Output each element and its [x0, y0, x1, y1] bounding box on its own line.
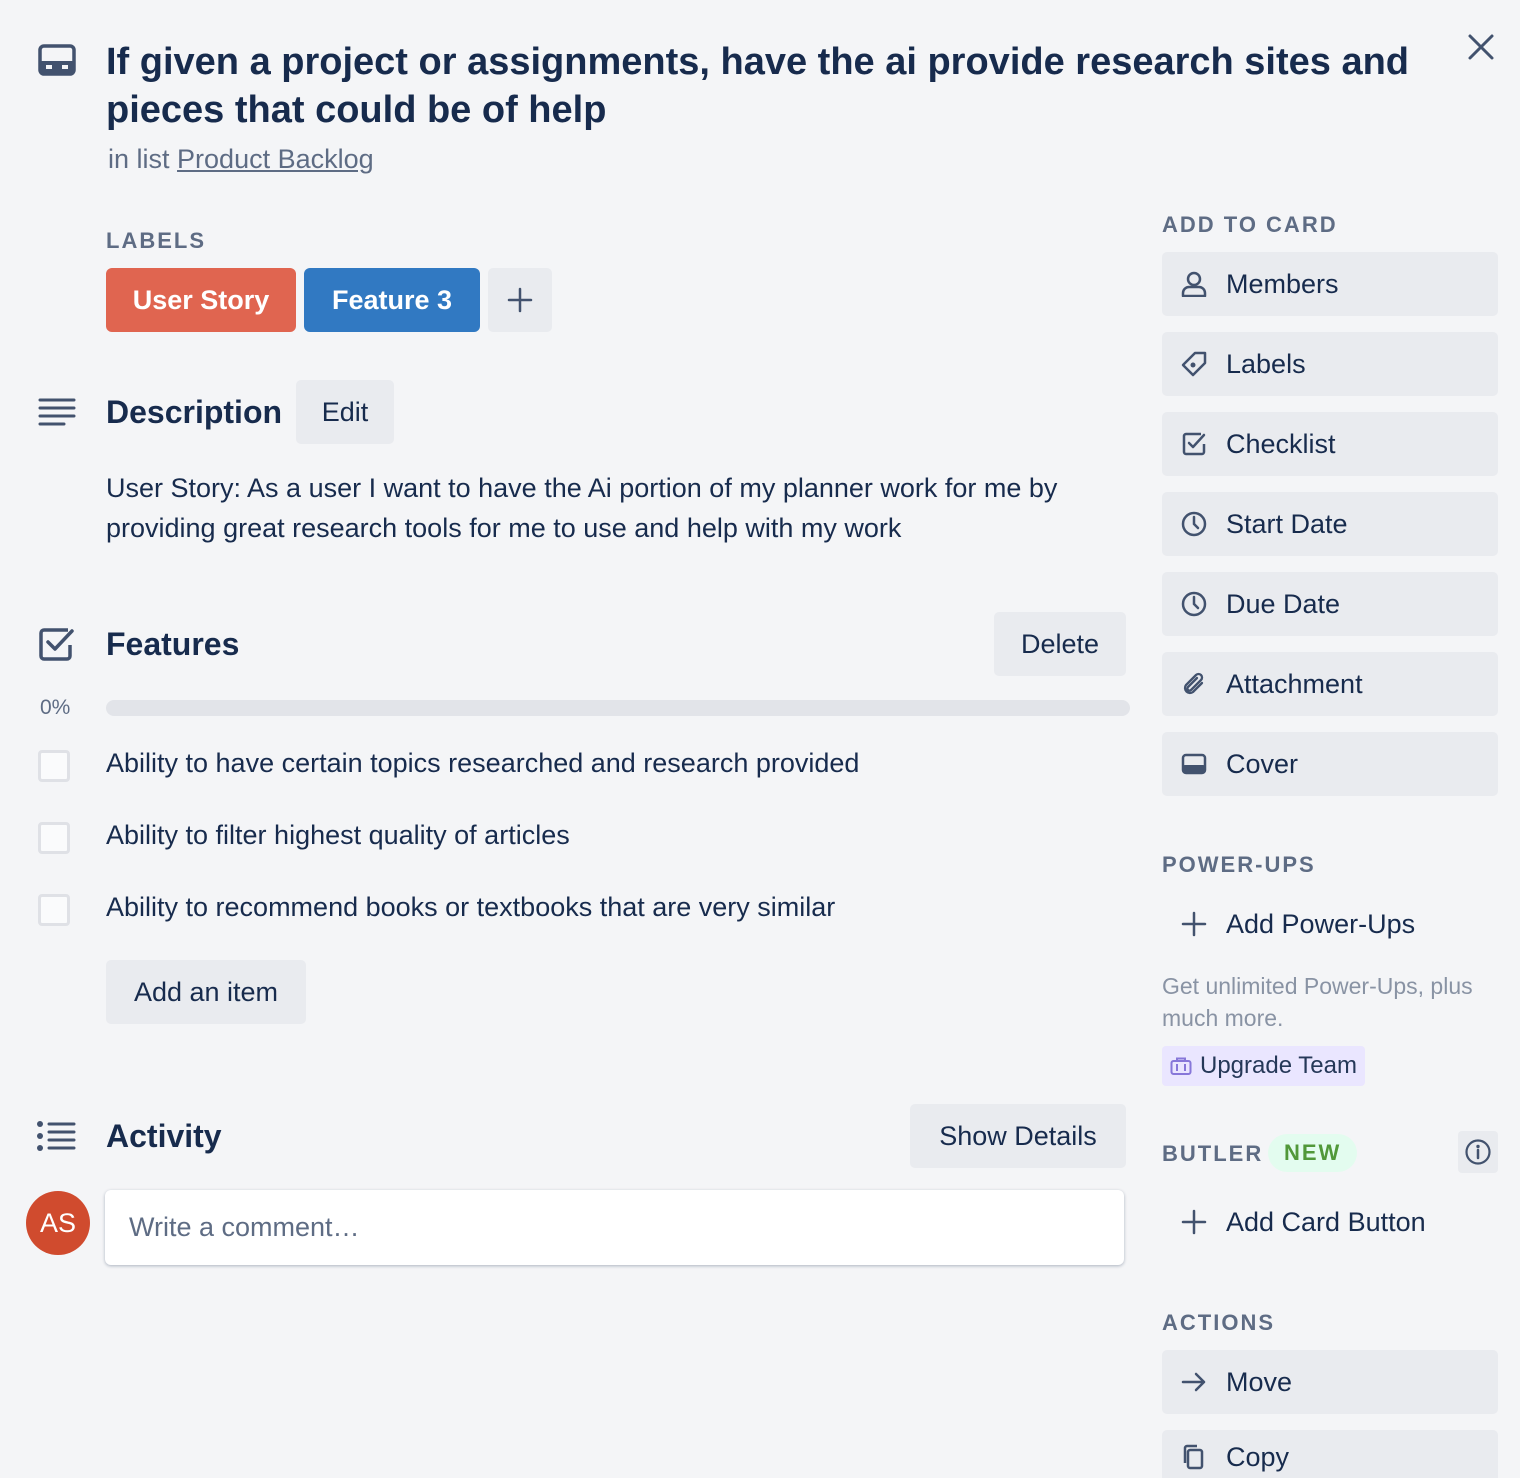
paperclip-icon	[1179, 669, 1209, 699]
due-date-label: Due Date	[1226, 588, 1341, 619]
add-powerups-label: Add Power-Ups	[1226, 908, 1416, 939]
checklist-item[interactable]: Ability to have certain topics researche…	[106, 748, 859, 779]
add-powerups-button[interactable]: Add Power-Ups	[1162, 892, 1498, 956]
add-card-button-label: Add Card Button	[1226, 1206, 1426, 1237]
clock-icon	[1179, 509, 1209, 539]
start-date-label: Start Date	[1226, 508, 1348, 539]
move-label: Move	[1226, 1366, 1293, 1397]
copy-button[interactable]: Copy	[1162, 1430, 1498, 1478]
label-feature-3[interactable]: Feature 3	[304, 268, 480, 332]
description-heading: Description	[106, 394, 283, 430]
labels-heading: LABELS	[106, 228, 206, 253]
list-breadcrumb: in list Product Backlog	[108, 144, 374, 175]
start-date-button[interactable]: Start Date	[1162, 492, 1498, 556]
members-label: Members	[1226, 268, 1339, 299]
show-details-button[interactable]: Show Details	[910, 1104, 1126, 1168]
avatar[interactable]: AS	[26, 1191, 90, 1255]
labels-label: Labels	[1226, 348, 1306, 379]
checklist-item-checkbox[interactable]	[38, 894, 70, 926]
copy-label: Copy	[1226, 1442, 1290, 1472]
edit-description-button[interactable]: Edit	[296, 380, 394, 444]
in-list-prefix: in list	[108, 144, 170, 174]
checklist-button[interactable]: Checklist	[1162, 412, 1498, 476]
description-icon	[38, 396, 76, 428]
checklist-item-checkbox[interactable]	[38, 750, 70, 782]
labels-button[interactable]: Labels	[1162, 332, 1498, 396]
actions-heading: ACTIONS	[1162, 1310, 1275, 1335]
checklist-item-checkbox[interactable]	[38, 822, 70, 854]
plus-icon	[507, 287, 533, 313]
comment-input[interactable]	[105, 1190, 1124, 1265]
checklist-item[interactable]: Ability to recommend books or textbooks …	[106, 892, 835, 923]
label-user-story[interactable]: User Story	[106, 268, 296, 332]
person-icon	[1179, 269, 1209, 299]
cover-label: Cover	[1226, 748, 1299, 779]
due-date-button[interactable]: Due Date	[1162, 572, 1498, 636]
tag-icon	[1179, 349, 1209, 379]
powerups-promo-text: Get unlimited Power-Ups, plus much more.	[1162, 973, 1473, 1031]
copy-icon	[1179, 1442, 1209, 1472]
card-title[interactable]: If given a project or assignments, have …	[106, 38, 1416, 134]
clock-icon	[1179, 589, 1209, 619]
upgrade-team-label: Upgrade Team	[1200, 1052, 1357, 1079]
move-button[interactable]: Move	[1162, 1350, 1498, 1414]
cover-button[interactable]: Cover	[1162, 732, 1498, 796]
list-link[interactable]: Product Backlog	[177, 144, 374, 174]
butler-heading: BUTLER	[1162, 1141, 1264, 1166]
checkbox-icon	[1179, 429, 1209, 459]
delete-checklist-button[interactable]: Delete	[994, 612, 1126, 676]
arrow-right-icon	[1179, 1367, 1209, 1397]
description-text[interactable]: User Story: As a user I want to have the…	[106, 468, 1116, 548]
info-icon[interactable]	[1458, 1131, 1498, 1173]
checklist-heading[interactable]: Features	[106, 626, 239, 663]
card-icon	[38, 44, 76, 76]
add-to-card-heading: ADD TO CARD	[1162, 212, 1338, 237]
checklist-icon	[38, 626, 76, 662]
checklist-progress-percent: 0%	[40, 696, 71, 719]
attachment-button[interactable]: Attachment	[1162, 652, 1498, 716]
plus-icon	[1179, 1207, 1209, 1237]
members-button[interactable]: Members	[1162, 252, 1498, 316]
add-card-button-button[interactable]: Add Card Button	[1162, 1190, 1498, 1254]
add-item-button[interactable]: Add an item	[106, 960, 306, 1024]
checklist-progress-bar	[106, 700, 1130, 716]
checklist-item[interactable]: Ability to filter highest quality of art…	[106, 820, 570, 851]
powerups-heading: POWER-UPS	[1162, 852, 1316, 877]
cover-icon	[1179, 749, 1209, 779]
upgrade-team-button[interactable]: Upgrade Team	[1162, 1046, 1365, 1086]
add-label-button[interactable]	[488, 268, 552, 332]
new-badge: NEW	[1268, 1134, 1358, 1172]
attachment-label: Attachment	[1226, 668, 1363, 699]
activity-icon	[36, 1120, 76, 1152]
briefcase-icon	[1170, 1056, 1192, 1076]
plus-icon	[1179, 909, 1209, 939]
checklist-label: Checklist	[1226, 428, 1336, 459]
activity-heading: Activity	[106, 1118, 222, 1154]
close-icon[interactable]	[1462, 28, 1500, 66]
